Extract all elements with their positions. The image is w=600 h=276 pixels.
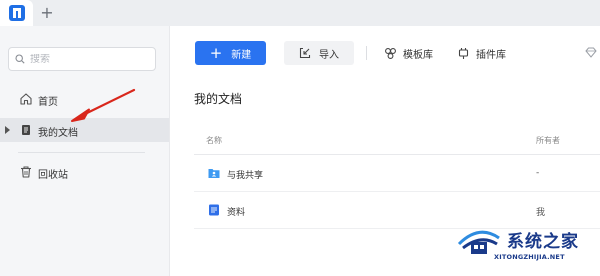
sidebar-divider bbox=[18, 152, 145, 153]
sidebar: 首页 我的文档 回收站 bbox=[0, 26, 170, 276]
toolbar: + 新建 导入 模板库 插件库 bbox=[170, 26, 600, 76]
home-icon bbox=[20, 93, 32, 105]
file-name: 资料 bbox=[227, 208, 246, 218]
watermark-logo-icon bbox=[457, 230, 500, 254]
import-button[interactable]: 导入 bbox=[284, 41, 354, 65]
page-title: 我的文档 bbox=[194, 92, 243, 106]
import-icon bbox=[299, 47, 311, 59]
table-row[interactable]: 与我共享 - bbox=[194, 155, 600, 192]
sidebar-item-home[interactable]: 首页 bbox=[0, 87, 169, 111]
plugin-icon bbox=[458, 47, 469, 59]
table-header: 名称 所有者 bbox=[194, 124, 600, 155]
file-name: 与我共享 bbox=[227, 171, 264, 181]
app-tab[interactable] bbox=[0, 0, 33, 26]
sidebar-item-my-documents[interactable]: 我的文档 bbox=[0, 118, 169, 142]
templates-icon bbox=[385, 47, 396, 59]
sidebar-item-label: 首页 bbox=[38, 97, 58, 108]
search-icon bbox=[15, 54, 25, 64]
plugins-label: 插件库 bbox=[476, 49, 506, 61]
tab-bar: + bbox=[0, 0, 600, 26]
plugins-button[interactable]: 插件库 bbox=[457, 41, 506, 65]
sidebar-item-label: 回收站 bbox=[38, 170, 68, 181]
search-box[interactable] bbox=[8, 47, 156, 71]
watermark-url: XITONGZHIJIA.NET bbox=[494, 253, 565, 261]
plus-icon: + bbox=[209, 43, 223, 62]
templates-label: 模板库 bbox=[403, 49, 433, 61]
templates-button[interactable]: 模板库 bbox=[384, 41, 433, 65]
sidebar-item-label: 我的文档 bbox=[38, 128, 78, 139]
file-owner: 我 bbox=[536, 208, 546, 218]
document-icon bbox=[22, 125, 30, 135]
column-header-owner: 所有者 bbox=[536, 136, 560, 145]
file-table: 名称 所有者 与我共享 - 资料 我 bbox=[194, 124, 600, 229]
watermark-brand: 系统之家 bbox=[507, 232, 579, 252]
trash-icon bbox=[21, 166, 31, 178]
import-button-label: 导入 bbox=[319, 49, 339, 61]
search-input[interactable] bbox=[30, 53, 140, 65]
site-watermark: 系统之家 XITONGZHIJIA.NET bbox=[455, 224, 595, 272]
sidebar-item-trash[interactable]: 回收站 bbox=[0, 160, 169, 184]
expand-arrow-icon[interactable] bbox=[5, 126, 10, 134]
app-logo-icon bbox=[8, 5, 25, 21]
new-button[interactable]: + 新建 bbox=[195, 41, 266, 65]
toolbar-divider bbox=[366, 46, 367, 60]
column-header-name: 名称 bbox=[206, 136, 222, 145]
doc-file-icon bbox=[209, 204, 219, 216]
new-tab-button[interactable]: + bbox=[37, 3, 57, 23]
diamond-icon[interactable] bbox=[585, 47, 597, 58]
file-owner: - bbox=[536, 168, 540, 178]
new-button-label: 新建 bbox=[231, 49, 252, 61]
shared-folder-icon bbox=[208, 169, 220, 178]
